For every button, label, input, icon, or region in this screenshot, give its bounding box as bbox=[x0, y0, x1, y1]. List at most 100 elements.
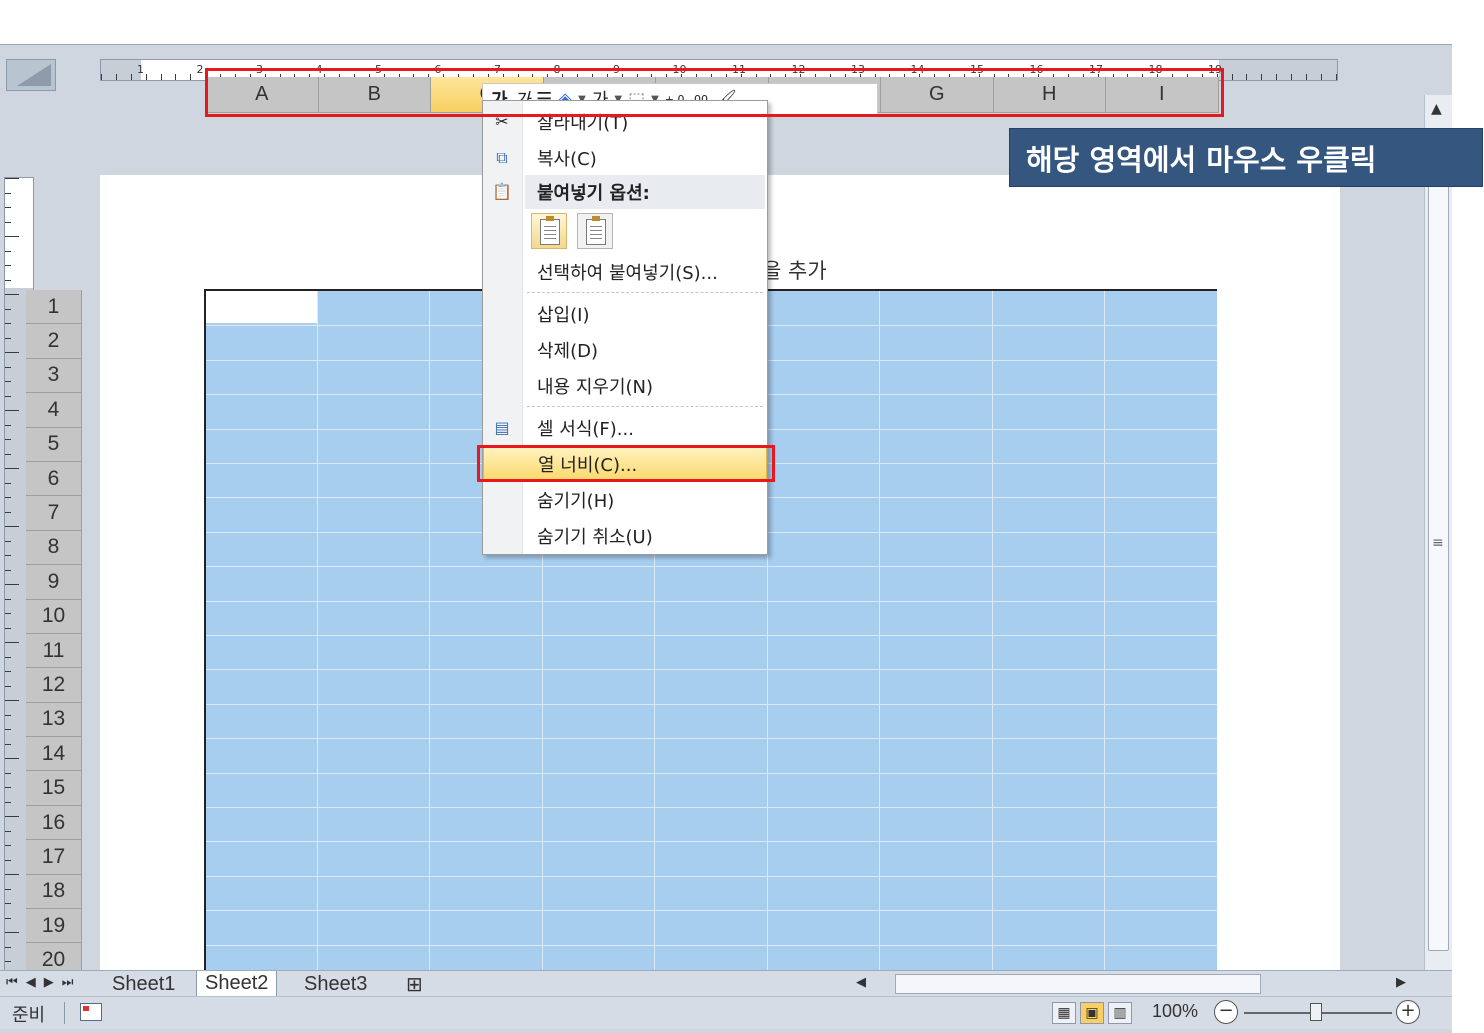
grid-row-line bbox=[206, 841, 1217, 843]
grip-icon: ≡ bbox=[1432, 535, 1444, 551]
zoom-slider-knob[interactable] bbox=[1310, 1003, 1322, 1021]
row-header-1[interactable]: 1 bbox=[26, 290, 82, 325]
status-divider bbox=[64, 1002, 65, 1024]
row-header-13[interactable]: 13 bbox=[26, 702, 82, 738]
sheet-nav-icons[interactable]: ⏮◀▶⏭ bbox=[6, 975, 81, 990]
scroll-up-icon[interactable]: ▲ bbox=[1431, 101, 1442, 117]
ruler-tick bbox=[5, 932, 19, 933]
horizontal-scrollbar[interactable] bbox=[895, 974, 1261, 994]
row-header-7[interactable]: 7 bbox=[26, 496, 82, 531]
grid-row-line bbox=[206, 600, 1217, 602]
ruler-tick bbox=[5, 497, 11, 498]
sheet-tab-3[interactable]: Sheet3 bbox=[296, 971, 375, 997]
menu-item-copy[interactable]: ⧉ 복사(C) bbox=[483, 141, 767, 175]
ruler-tick bbox=[5, 526, 19, 527]
ruler-tick bbox=[1320, 74, 1322, 80]
ruler-tick bbox=[5, 584, 19, 585]
menu-item-format-cells[interactable]: ▤ 셀 서식(F)... bbox=[483, 411, 767, 445]
select-all-corner[interactable] bbox=[6, 59, 56, 91]
ruler-tick bbox=[5, 685, 11, 687]
menu-item-paste-special[interactable]: 선택하여 붙여넣기(S)... bbox=[483, 255, 767, 289]
paste-formatting-icon[interactable] bbox=[531, 213, 567, 249]
row-header-16[interactable]: 16 bbox=[26, 805, 82, 841]
row-header-15[interactable]: 15 bbox=[26, 771, 82, 806]
ruler-tick bbox=[5, 642, 19, 643]
row-header-17[interactable]: 17 bbox=[26, 840, 82, 875]
ruler-tick bbox=[5, 308, 11, 310]
menu-paste-options-header: 붙여넣기 옵션: bbox=[525, 175, 765, 209]
ruler-tick bbox=[5, 656, 11, 658]
ruler-tick bbox=[1246, 74, 1248, 80]
ruler-tick bbox=[5, 613, 11, 614]
hscroll-left-icon[interactable]: ◀ bbox=[856, 975, 866, 990]
ruler-tick bbox=[5, 221, 11, 223]
zoom-level[interactable]: 100% bbox=[1152, 1001, 1198, 1022]
sheet-tab-2[interactable]: Sheet2 bbox=[196, 971, 278, 997]
sheet-tab-bar: ⏮◀▶⏭ Sheet1 Sheet2 Sheet3 ⊞ ◀ ▶ bbox=[0, 970, 1452, 997]
ruler-tick bbox=[5, 758, 19, 759]
row-header-14[interactable]: 14 bbox=[26, 737, 82, 772]
row-header-6[interactable]: 6 bbox=[26, 461, 82, 497]
row-header-3[interactable]: 3 bbox=[26, 358, 82, 394]
row-header-18[interactable]: 18 bbox=[26, 874, 82, 910]
status-bar: 준비 ▦ ▣ ▥ 100% − + bbox=[0, 996, 1452, 1029]
ruler-tick bbox=[5, 294, 19, 295]
ruler-tick bbox=[5, 192, 11, 194]
ruler-tick bbox=[5, 917, 11, 919]
menu-item-insert[interactable]: 삽입(I) bbox=[483, 297, 767, 331]
row-header-19[interactable]: 19 bbox=[26, 909, 82, 944]
menu-separator bbox=[527, 406, 763, 407]
annotation-callout: 해당 영역에서 마우스 우클릭 bbox=[1009, 128, 1483, 187]
paste-values-icon[interactable] bbox=[577, 213, 613, 249]
zoom-in-button[interactable]: + bbox=[1396, 1000, 1420, 1024]
active-cell[interactable] bbox=[206, 291, 317, 324]
ruler-tick bbox=[5, 482, 11, 484]
page-layout-view-icon[interactable]: ▣ bbox=[1080, 1002, 1104, 1024]
grid-column-line bbox=[316, 291, 318, 1015]
zoom-out-button[interactable]: − bbox=[1214, 1000, 1238, 1024]
normal-view-icon[interactable]: ▦ bbox=[1052, 1002, 1076, 1024]
row-header-4[interactable]: 4 bbox=[26, 393, 82, 428]
vertical-scrollbar[interactable]: ▲ ≡ ▼ bbox=[1424, 95, 1452, 1015]
row-header-5[interactable]: 5 bbox=[26, 427, 82, 462]
ruler-tick bbox=[5, 468, 19, 469]
ruler-tick bbox=[1261, 74, 1263, 80]
ruler-tick bbox=[175, 74, 177, 80]
context-menu: ✂ 잘라내기(T) ⧉ 복사(C) 📋 붙여넣기 옵션: 선택하여 붙여넣기(S… bbox=[482, 100, 768, 555]
menu-item-hide[interactable]: 숨기기(H) bbox=[483, 483, 767, 517]
ruler-tick bbox=[5, 381, 11, 382]
macro-record-icon[interactable] bbox=[80, 1003, 102, 1021]
ruler-tick bbox=[5, 946, 11, 948]
page-break-view-icon[interactable]: ▥ bbox=[1108, 1002, 1132, 1024]
ruler-tick bbox=[145, 74, 147, 80]
ruler-tick bbox=[5, 627, 11, 629]
row-header-9[interactable]: 9 bbox=[26, 565, 82, 600]
ruler-tick bbox=[5, 671, 11, 672]
ruler-tick bbox=[5, 352, 19, 353]
menu-item-delete[interactable]: 삭제(D) bbox=[483, 333, 767, 367]
row-header-8[interactable]: 8 bbox=[26, 530, 82, 566]
grid-row-line bbox=[206, 566, 1217, 568]
sheet-tab-1[interactable]: Sheet1 bbox=[104, 971, 183, 997]
ruler-tick bbox=[5, 903, 11, 904]
ruler-tick bbox=[160, 74, 162, 80]
ruler-tick bbox=[5, 250, 11, 252]
row-header-11[interactable]: 11 bbox=[26, 633, 82, 669]
grid-column-line bbox=[1104, 291, 1105, 1015]
menu-item-unhide[interactable]: 숨기기 취소(U) bbox=[483, 519, 767, 553]
annotation-column-width-box bbox=[477, 445, 775, 482]
ruler-tick bbox=[5, 424, 11, 426]
grid-row-line bbox=[206, 807, 1217, 808]
grid-column-line bbox=[879, 291, 880, 1015]
row-header-10[interactable]: 10 bbox=[26, 599, 82, 634]
hscroll-right-icon[interactable]: ▶ bbox=[1396, 975, 1406, 990]
row-header-2[interactable]: 2 bbox=[26, 324, 82, 359]
ruler-tick bbox=[5, 395, 11, 397]
ruler-tick bbox=[115, 74, 117, 80]
row-header-12[interactable]: 12 bbox=[26, 668, 82, 703]
row-headers: 123456789101112131415161718192021 bbox=[26, 290, 82, 1013]
menu-item-clear-contents[interactable]: 내용 지우기(N) bbox=[483, 369, 767, 403]
ruler-tick bbox=[5, 279, 11, 281]
ruler-tick bbox=[5, 961, 11, 962]
insert-sheet-icon[interactable]: ⊞ bbox=[398, 971, 431, 997]
